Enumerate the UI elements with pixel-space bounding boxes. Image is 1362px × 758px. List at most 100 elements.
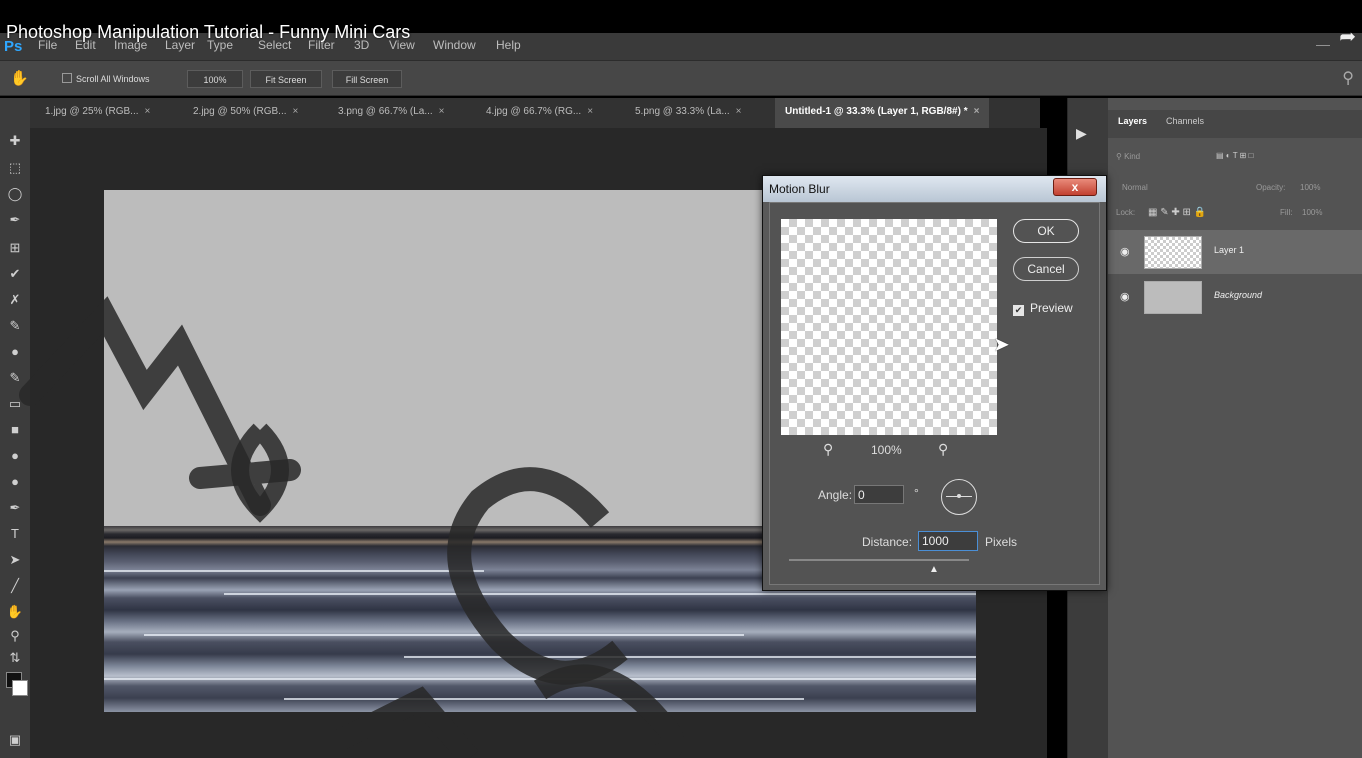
zoom-in-icon[interactable]: ⚲ (938, 441, 948, 458)
close-icon[interactable]: × (439, 106, 445, 117)
degree-symbol: ° (914, 486, 919, 500)
dodge-tool-icon[interactable]: ● (4, 474, 26, 489)
tab-4-jpg[interactable]: 4.jpg @ 66.7% (RG... × (486, 98, 593, 128)
distance-slider-thumb[interactable]: ▲ (929, 564, 939, 575)
distance-slider-track[interactable] (789, 559, 969, 561)
layer-row-layer-1[interactable]: ◉ Layer 1 (1108, 230, 1362, 274)
blur-streak (284, 698, 804, 700)
lock-label: Lock: (1116, 208, 1136, 217)
marquee-tool-icon[interactable]: ⬚ (4, 160, 26, 176)
tab-untitled-1[interactable]: Untitled-1 @ 33.3% (Layer 1, RGB/8#) * × (775, 98, 990, 128)
checkmark-icon: ✔ (1013, 305, 1024, 316)
close-icon[interactable]: × (293, 106, 299, 117)
hand-tool-icon[interactable]: ✋ (10, 69, 29, 87)
background-color-swatch[interactable] (12, 680, 28, 696)
close-button[interactable]: x (1053, 178, 1097, 196)
tab-2-jpg[interactable]: 2.jpg @ 50% (RGB... × (193, 98, 298, 128)
share-icon[interactable]: ➦ (1339, 24, 1356, 49)
visibility-eye-icon[interactable]: ◉ (1120, 290, 1130, 303)
blur-streak (144, 634, 744, 636)
fill-screen-button[interactable]: Fill Screen (332, 70, 402, 88)
eraser-tool-icon[interactable]: ▭ (4, 396, 26, 412)
pen-tool-icon[interactable]: ✒ (4, 500, 26, 516)
hand-tool-side-icon[interactable]: ✋ (4, 604, 26, 620)
tab-label: 2.jpg @ 50% (RGB... (193, 106, 287, 117)
path-select-tool-icon[interactable]: ➤ (4, 552, 26, 568)
minimize-icon[interactable]: — (1316, 36, 1330, 52)
ok-button[interactable]: OK (1013, 219, 1079, 243)
tab-5-png[interactable]: 5.png @ 33.3% (La... × (635, 98, 742, 128)
mouse-cursor-icon: ➤ (993, 334, 1010, 356)
tab-channels[interactable]: Channels (1166, 116, 1204, 126)
healing-tool-icon[interactable]: ✗ (4, 292, 26, 308)
blur-tool-icon[interactable]: ● (4, 448, 26, 463)
opacity-label: Opacity: (1256, 183, 1286, 192)
tab-1-jpg[interactable]: 1.jpg @ 25% (RGB... × (45, 98, 150, 128)
angle-dial[interactable] (941, 479, 977, 515)
lasso-tool-icon[interactable]: ◯ (4, 186, 26, 202)
blur-streak (404, 656, 976, 658)
quick-mask-icon[interactable]: ▣ (4, 732, 26, 748)
fit-screen-button[interactable]: Fit Screen (250, 70, 322, 88)
stamp-tool-icon[interactable]: ● (4, 344, 26, 359)
tab-layers[interactable]: Layers (1118, 116, 1147, 126)
visibility-eye-icon[interactable]: ◉ (1120, 245, 1130, 258)
tools-panel: ✚ ⬚ ◯ ✒ ⊞ ✔ ✗ ✎ ● ✎ ▭ ■ ● ● ✒ T ➤ ╱ ✋ ⚲ … (0, 98, 31, 758)
blur-streak (104, 678, 976, 680)
play-actions-icon[interactable]: ▶ (1076, 125, 1087, 142)
brush-tool-icon[interactable]: ✎ (4, 318, 26, 334)
filter-icons[interactable]: ▤ ◐ T ⊞ □ (1216, 151, 1253, 160)
close-icon[interactable]: × (145, 106, 151, 117)
move-tool-icon[interactable]: ✚ (4, 133, 26, 149)
preview-label: Preview (1030, 301, 1073, 315)
angle-dial-center (957, 494, 961, 498)
swap-colors-icon[interactable]: ⇅ (4, 650, 26, 666)
eyedropper-tool-icon[interactable]: ✔ (4, 266, 26, 282)
close-icon[interactable]: × (736, 106, 742, 117)
scroll-all-label: Scroll All Windows (76, 74, 150, 84)
tab-label: Untitled-1 @ 33.3% (Layer 1, RGB/8#) * (785, 106, 968, 117)
layer-name: Background (1214, 290, 1263, 300)
scroll-all-windows-checkbox[interactable]: Scroll All Windows (62, 70, 150, 88)
blend-mode-select[interactable]: Normal (1122, 183, 1148, 192)
checkbox-icon (62, 73, 72, 83)
close-icon[interactable]: × (974, 106, 980, 117)
crop-tool-icon[interactable]: ⊞ (4, 240, 26, 256)
pixels-label: Pixels (985, 535, 1018, 549)
opacity-value[interactable]: 100% (1300, 183, 1320, 192)
kind-filter-text: Kind (1124, 152, 1141, 161)
blur-streak (104, 570, 484, 572)
cancel-button[interactable]: Cancel (1013, 257, 1079, 281)
video-title: Photoshop Manipulation Tutorial - Funny … (6, 22, 411, 42)
preview-checkbox[interactable]: ✔ Preview (1013, 301, 1073, 316)
fill-label: Fill: (1280, 208, 1293, 217)
dialog-title: Motion Blur (769, 182, 830, 196)
history-brush-tool-icon[interactable]: ✎ (4, 370, 26, 386)
zoom-tool-icon[interactable]: ⚲ (4, 628, 26, 644)
preview-window[interactable] (781, 219, 997, 435)
blur-streak (224, 593, 976, 595)
layer-row-background[interactable]: ◉ Background (1108, 275, 1362, 319)
layer-thumbnail (1144, 236, 1202, 269)
layers-panel (1108, 98, 1362, 758)
shape-tool-icon[interactable]: ╱ (4, 578, 26, 594)
layer-name: Layer 1 (1214, 245, 1245, 255)
gradient-tool-icon[interactable]: ■ (4, 422, 26, 437)
tab-label: 4.jpg @ 66.7% (RG... (486, 106, 582, 117)
tab-label: 1.jpg @ 25% (RGB... (45, 106, 139, 117)
search-icon[interactable]: ⚲ (1342, 68, 1354, 88)
close-icon[interactable]: × (587, 106, 593, 117)
tab-label: 3.png @ 66.7% (La... (338, 106, 433, 117)
menu-help[interactable]: Help (496, 38, 521, 52)
angle-input[interactable] (854, 485, 904, 504)
quick-select-tool-icon[interactable]: ✒ (4, 212, 26, 228)
type-tool-icon[interactable]: T (4, 526, 26, 541)
fill-value[interactable]: 100% (1302, 208, 1322, 217)
zoom-out-icon[interactable]: ⚲ (823, 441, 833, 458)
distance-input[interactable] (918, 531, 978, 551)
tab-3-png[interactable]: 3.png @ 66.7% (La... × (338, 98, 445, 128)
lock-icons[interactable]: ▦ ✎ ✚ ⊞ 🔒 (1148, 207, 1206, 218)
kind-filter-label[interactable]: ⚲ Kind (1116, 152, 1140, 161)
zoom-100-button[interactable]: 100% (187, 70, 243, 88)
menu-window[interactable]: Window (433, 38, 476, 52)
